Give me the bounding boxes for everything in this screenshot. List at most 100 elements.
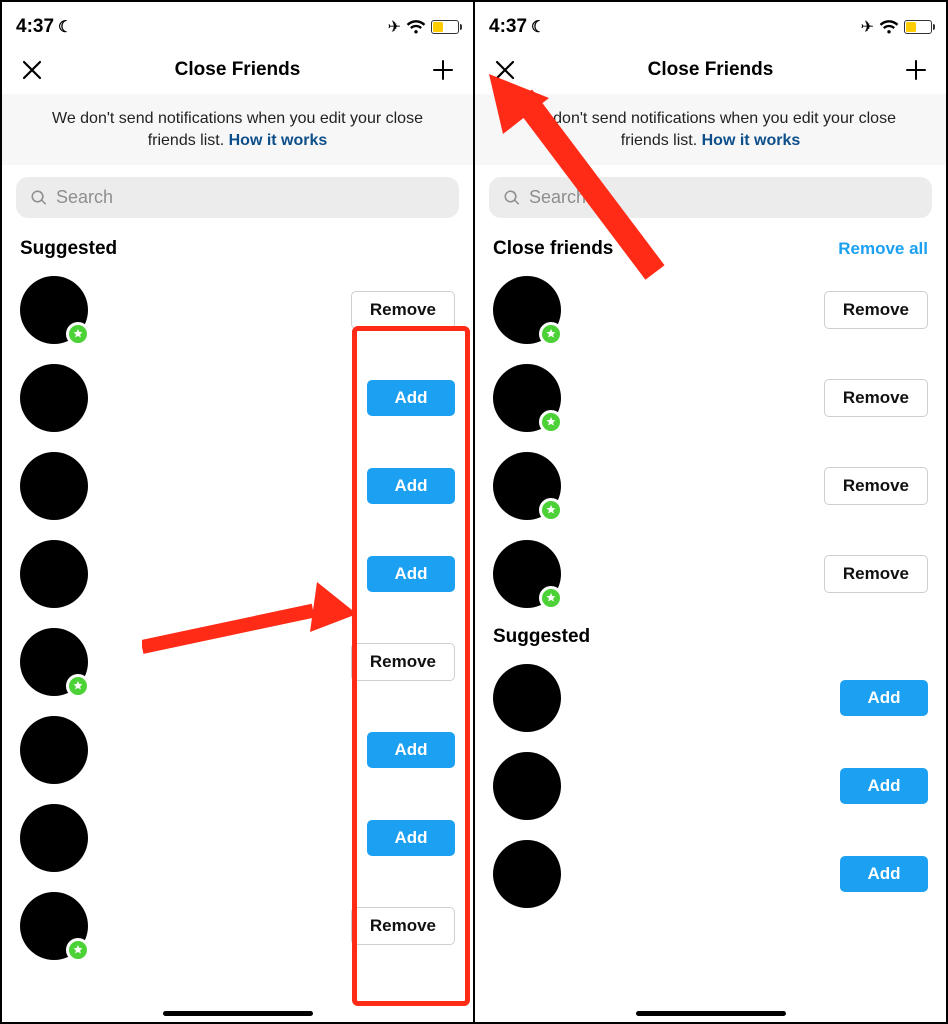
- section-header-suggested: Suggested: [475, 618, 946, 654]
- suggested-list: Remove Add Add Add Remove Add Add Remove: [2, 266, 473, 970]
- list-item: Add: [493, 742, 928, 830]
- status-bar: 4:37 ☾ ✈: [2, 2, 473, 48]
- page-title: Close Friends: [175, 59, 301, 81]
- list-item: Remove: [20, 266, 455, 354]
- status-time: 4:37: [16, 16, 54, 38]
- close-friend-star-icon: [66, 322, 90, 346]
- list-item: Add: [20, 794, 455, 882]
- section-title: Suggested: [20, 238, 117, 260]
- close-friend-star-icon: [539, 586, 563, 610]
- home-indicator: [163, 1011, 313, 1016]
- nav-bar: Close Friends: [475, 48, 946, 94]
- section-title: Suggested: [493, 626, 590, 648]
- how-it-works-link[interactable]: How it works: [229, 132, 328, 149]
- search-input[interactable]: Search: [489, 177, 932, 218]
- list-item: Add: [20, 530, 455, 618]
- status-bar: 4:37 ☾ ✈: [475, 2, 946, 48]
- section-title: Close friends: [493, 238, 613, 260]
- add-friend-button[interactable]: Add: [367, 380, 455, 416]
- remove-friend-button[interactable]: Remove: [351, 643, 455, 681]
- list-item: Remove: [20, 618, 455, 706]
- remove-friend-button[interactable]: Remove: [824, 555, 928, 593]
- close-friend-star-icon: [66, 674, 90, 698]
- avatar[interactable]: [20, 892, 88, 960]
- add-friend-button[interactable]: Add: [367, 556, 455, 592]
- section-header-suggested: Suggested: [2, 230, 473, 266]
- close-icon: [493, 58, 517, 82]
- add-button[interactable]: [429, 56, 457, 84]
- list-item: Remove: [20, 882, 455, 970]
- avatar[interactable]: [20, 804, 88, 872]
- page-title: Close Friends: [648, 59, 774, 81]
- search-icon: [503, 189, 521, 207]
- list-item: Add: [493, 654, 928, 742]
- add-friend-button[interactable]: Add: [367, 732, 455, 768]
- remove-friend-button[interactable]: Remove: [824, 467, 928, 505]
- search-input[interactable]: Search: [16, 177, 459, 218]
- battery-icon: [431, 20, 459, 34]
- list-item: Remove: [493, 442, 928, 530]
- avatar[interactable]: [20, 540, 88, 608]
- list-item: Add: [20, 354, 455, 442]
- wifi-icon: [879, 20, 899, 35]
- remove-friend-button[interactable]: Remove: [351, 907, 455, 945]
- avatar[interactable]: [20, 452, 88, 520]
- airplane-icon: ✈: [388, 17, 401, 37]
- info-banner: We don't send notifications when you edi…: [475, 94, 946, 165]
- remove-friend-button[interactable]: Remove: [824, 379, 928, 417]
- close-button[interactable]: [18, 56, 46, 84]
- add-friend-button[interactable]: Add: [840, 680, 928, 716]
- close-icon: [20, 58, 44, 82]
- suggested-list: Add Add Add: [475, 654, 946, 918]
- section-header-close-friends: Close friends Remove all: [475, 230, 946, 266]
- list-item: Remove: [493, 266, 928, 354]
- how-it-works-link[interactable]: How it works: [702, 132, 801, 149]
- remove-friend-button[interactable]: Remove: [351, 291, 455, 329]
- avatar[interactable]: [20, 364, 88, 432]
- phone-right: 4:37 ☾ ✈ Close Friends We don't send not…: [475, 2, 946, 1022]
- avatar[interactable]: [20, 276, 88, 344]
- wifi-icon: [406, 20, 426, 35]
- avatar[interactable]: [493, 276, 561, 344]
- phone-left: 4:37 ☾ ✈ Close Friends We don't send not…: [2, 2, 475, 1022]
- search-placeholder: Search: [56, 187, 113, 208]
- avatar[interactable]: [20, 716, 88, 784]
- avatar[interactable]: [493, 452, 561, 520]
- avatar[interactable]: [493, 364, 561, 432]
- airplane-icon: ✈: [861, 17, 874, 37]
- close-friend-star-icon: [66, 938, 90, 962]
- list-item: Add: [493, 830, 928, 918]
- avatar[interactable]: [493, 752, 561, 820]
- remove-friend-button[interactable]: Remove: [824, 291, 928, 329]
- list-item: Remove: [493, 354, 928, 442]
- plus-icon: [904, 58, 928, 82]
- info-banner: We don't send notifications when you edi…: [2, 94, 473, 165]
- list-item: Add: [20, 706, 455, 794]
- avatar[interactable]: [20, 628, 88, 696]
- battery-icon: [904, 20, 932, 34]
- close-friends-list: Remove Remove Remove Remove: [475, 266, 946, 618]
- close-friend-star-icon: [539, 410, 563, 434]
- home-indicator: [636, 1011, 786, 1016]
- avatar[interactable]: [493, 664, 561, 732]
- add-friend-button[interactable]: Add: [840, 856, 928, 892]
- add-friend-button[interactable]: Add: [367, 820, 455, 856]
- search-icon: [30, 189, 48, 207]
- status-time: 4:37: [489, 16, 527, 38]
- moon-icon: ☾: [531, 17, 545, 37]
- remove-all-button[interactable]: Remove all: [838, 239, 928, 259]
- close-button[interactable]: [491, 56, 519, 84]
- plus-icon: [431, 58, 455, 82]
- close-friend-star-icon: [539, 498, 563, 522]
- add-friend-button[interactable]: Add: [367, 468, 455, 504]
- nav-bar: Close Friends: [2, 48, 473, 94]
- search-placeholder: Search: [529, 187, 586, 208]
- avatar[interactable]: [493, 540, 561, 608]
- moon-icon: ☾: [58, 17, 72, 37]
- add-friend-button[interactable]: Add: [840, 768, 928, 804]
- close-friend-star-icon: [539, 322, 563, 346]
- list-item: Remove: [493, 530, 928, 618]
- add-button[interactable]: [902, 56, 930, 84]
- list-item: Add: [20, 442, 455, 530]
- avatar[interactable]: [493, 840, 561, 908]
